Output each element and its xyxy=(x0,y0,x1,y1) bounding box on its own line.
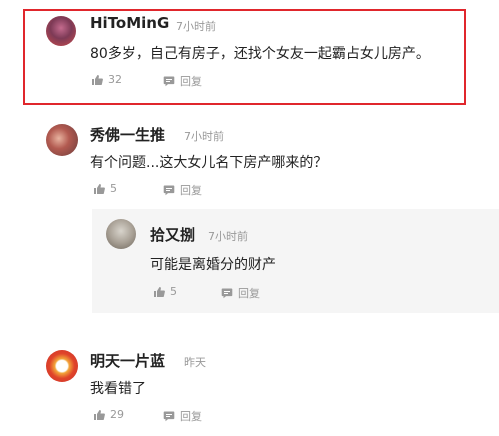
username[interactable]: 拾又捌 xyxy=(150,224,195,245)
username[interactable]: 秀佛一生推 xyxy=(90,124,165,145)
avatar[interactable] xyxy=(106,219,136,249)
reply-button[interactable]: 回复 xyxy=(221,285,260,301)
comment-text: 80多岁，自己有房子，还找个女友一起霸占女儿房产。 xyxy=(90,46,430,62)
username[interactable]: 明天一片蓝 xyxy=(90,350,165,371)
like-count: 5 xyxy=(110,182,117,195)
username[interactable]: HiToMinG xyxy=(90,14,169,32)
like-button[interactable]: 5 xyxy=(93,182,117,195)
reply-label: 回复 xyxy=(180,410,202,423)
like-count: 5 xyxy=(170,285,177,298)
thumbs-up-icon xyxy=(153,286,165,298)
thumbs-up-icon xyxy=(91,74,103,86)
avatar[interactable] xyxy=(46,350,78,382)
like-button[interactable]: 5 xyxy=(153,285,177,298)
thumbs-up-icon xyxy=(93,183,105,195)
reply-label: 回复 xyxy=(180,75,202,88)
reply-label: 回复 xyxy=(238,287,260,300)
timestamp: 昨天 xyxy=(184,356,206,369)
reply-button[interactable]: 回复 xyxy=(163,408,202,424)
reply-icon xyxy=(163,75,175,87)
like-count: 29 xyxy=(110,408,124,421)
like-count: 32 xyxy=(108,73,122,86)
reply-icon xyxy=(163,184,175,196)
comment-text: 可能是离婚分的财产 xyxy=(150,257,276,273)
timestamp: 7小时前 xyxy=(176,20,216,33)
avatar[interactable] xyxy=(46,124,78,156)
reply-button[interactable]: 回复 xyxy=(163,73,202,89)
comment-text: 有个问题...这大女儿名下房产哪来的？ xyxy=(90,155,328,171)
reply-icon xyxy=(163,410,175,422)
reply-button[interactable]: 回复 xyxy=(163,182,202,198)
avatar[interactable] xyxy=(46,16,76,46)
timestamp: 7小时前 xyxy=(184,130,224,143)
thumbs-up-icon xyxy=(93,409,105,421)
comment-text: 我看错了 xyxy=(90,381,146,397)
like-button[interactable]: 32 xyxy=(91,73,122,86)
like-button[interactable]: 29 xyxy=(93,408,124,421)
reply-label: 回复 xyxy=(180,184,202,197)
reply-icon xyxy=(221,287,233,299)
timestamp: 7小时前 xyxy=(208,230,248,243)
